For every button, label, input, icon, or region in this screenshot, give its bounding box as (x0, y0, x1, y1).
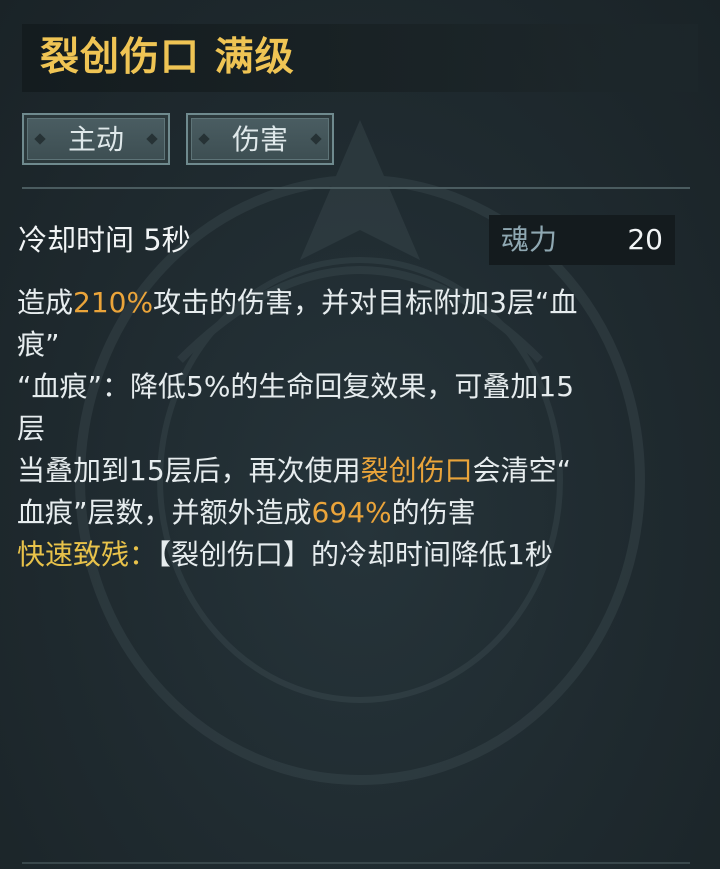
damage-percent-highlight: 694% (311, 496, 392, 529)
bottom-divider (22, 862, 690, 864)
description-line: 痕” (17, 328, 60, 361)
text-segment: 会清空“ (472, 454, 572, 487)
tag-active: 主动 (22, 113, 170, 165)
divider (22, 187, 690, 189)
description-line: 血痕”层数，并额外造成694%的伤害 (17, 492, 677, 534)
perk-name: 快速致残： (17, 538, 158, 571)
tag-damage: 伤害 (186, 113, 334, 165)
damage-percent-highlight: 210% (73, 286, 154, 319)
description-line: 造成210%攻击的伤害，并对目标附加3层“血 (17, 282, 677, 324)
text-segment: 攻击的伤害，并对目标附加3层“血 (153, 286, 578, 319)
perk-line: 快速致残：【裂创伤口】的冷却时间降低1秒 (17, 534, 677, 576)
description-line: 当叠加到15层后，再次使用裂创伤口会清空“ (17, 450, 677, 492)
cost-label: 魂力 (501, 223, 558, 256)
skill-description: 造成210%攻击的伤害，并对目标附加3层“血 痕” “血痕”：降低5%的生命回复… (17, 282, 677, 576)
perk-text: 【裂创伤口】的冷却时间降低1秒 (157, 538, 553, 571)
text-segment: 的伤害 (391, 496, 476, 529)
cooldown-text: 冷却时间 5秒 (18, 223, 191, 257)
cost-box: 魂力 20 (489, 215, 675, 265)
skill-name-highlight: 裂创伤口 (360, 454, 473, 487)
text-segment: 造成 (17, 286, 74, 319)
skill-title: 裂创伤口 满级 (40, 35, 295, 80)
description-line: “血痕”：降低5%的生命回复效果，可叠加15 (17, 370, 575, 403)
text-segment: 血痕”层数，并额外造成 (17, 496, 312, 529)
text-segment: 当叠加到15层后，再次使用 (17, 454, 361, 487)
cost-value: 20 (627, 223, 663, 256)
description-line: 层 (17, 412, 46, 445)
skill-tooltip-panel: 裂创伤口 满级 主动 伤害 冷却时间 5秒 魂力 20 造成210%攻击的伤害，… (0, 0, 720, 869)
